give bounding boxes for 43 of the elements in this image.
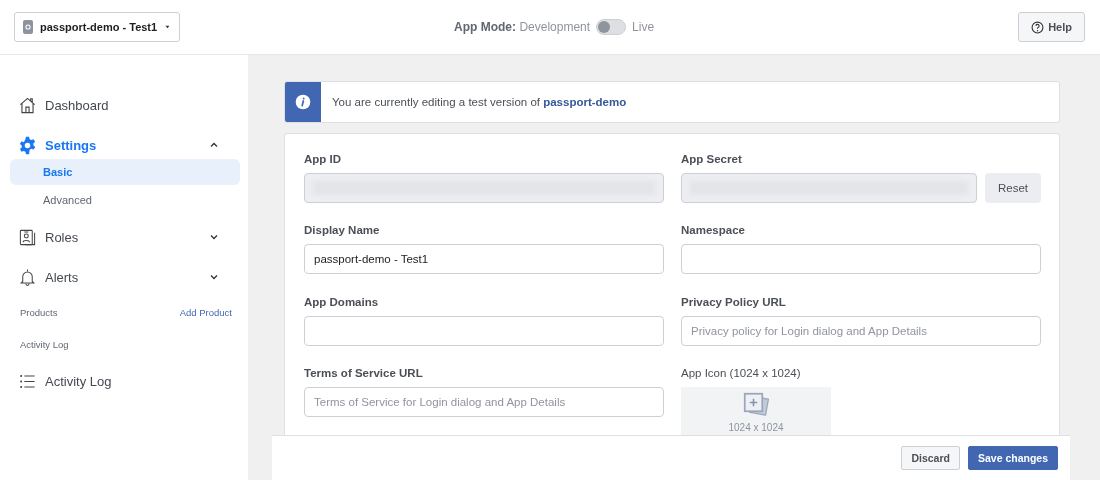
live-label: Live [632,20,655,34]
help-button[interactable]: Help [1018,12,1085,42]
app-name: passport-demo - Test1 [40,21,158,33]
save-button[interactable]: Save changes [967,446,1058,470]
input-field[interactable]: Terms of Service for Login dialog and App Details [304,386,664,417]
input-field[interactable] [681,244,1041,275]
info-icon [295,94,311,110]
help-icon [1031,20,1045,34]
size-hint: 1024 x 1024 [728,422,784,434]
section-heading: Activity Log [20,339,69,350]
discard-button[interactable]: Discard [901,446,960,470]
add-product-link[interactable]: Add Product [179,307,232,318]
input-field[interactable] [304,315,664,346]
masked-field[interactable] [304,173,664,203]
reset-button[interactable]: Reset [984,173,1041,203]
field-label: App Domains [304,295,380,310]
field-label: App Secret [681,153,743,167]
field-label: App Icon (1024 x 1024) [681,366,802,381]
nav-item[interactable]: Activity Log [10,367,240,395]
field-label: Namespace [681,224,746,239]
gear-icon [18,135,37,155]
sub-nav-item[interactable]: Basic [10,159,240,185]
nav-item[interactable]: Dashboard [10,91,240,119]
notice-text: You are currently editing a test version of passport-demo [331,96,627,108]
field-label: Privacy Policy URL [681,295,787,310]
field-label: Terms of Service URL [304,366,424,381]
input-field[interactable]: Privacy policy for Login dialog and App Details [681,315,1041,346]
input-field[interactable]: passport-demo - Test1 [304,244,664,275]
field-label: App ID [304,153,343,167]
app-selector[interactable]: passport-demo - Test1 [14,12,180,42]
id-badge-icon [18,227,37,247]
field-label: Display Name [304,224,381,239]
house-icon [18,95,37,115]
nav-item[interactable]: Alerts [10,263,240,291]
app-mode-label: App Mode: Development [454,20,591,34]
mode-toggle[interactable] [596,19,627,35]
sub-nav-item[interactable]: Advanced [10,187,240,213]
nav-item[interactable]: Settings [10,131,240,159]
bell-icon [18,267,37,287]
section-heading: Products [20,307,58,318]
masked-field[interactable] [681,173,977,203]
app-icon [23,20,33,34]
nav-item[interactable]: Roles [10,223,240,251]
